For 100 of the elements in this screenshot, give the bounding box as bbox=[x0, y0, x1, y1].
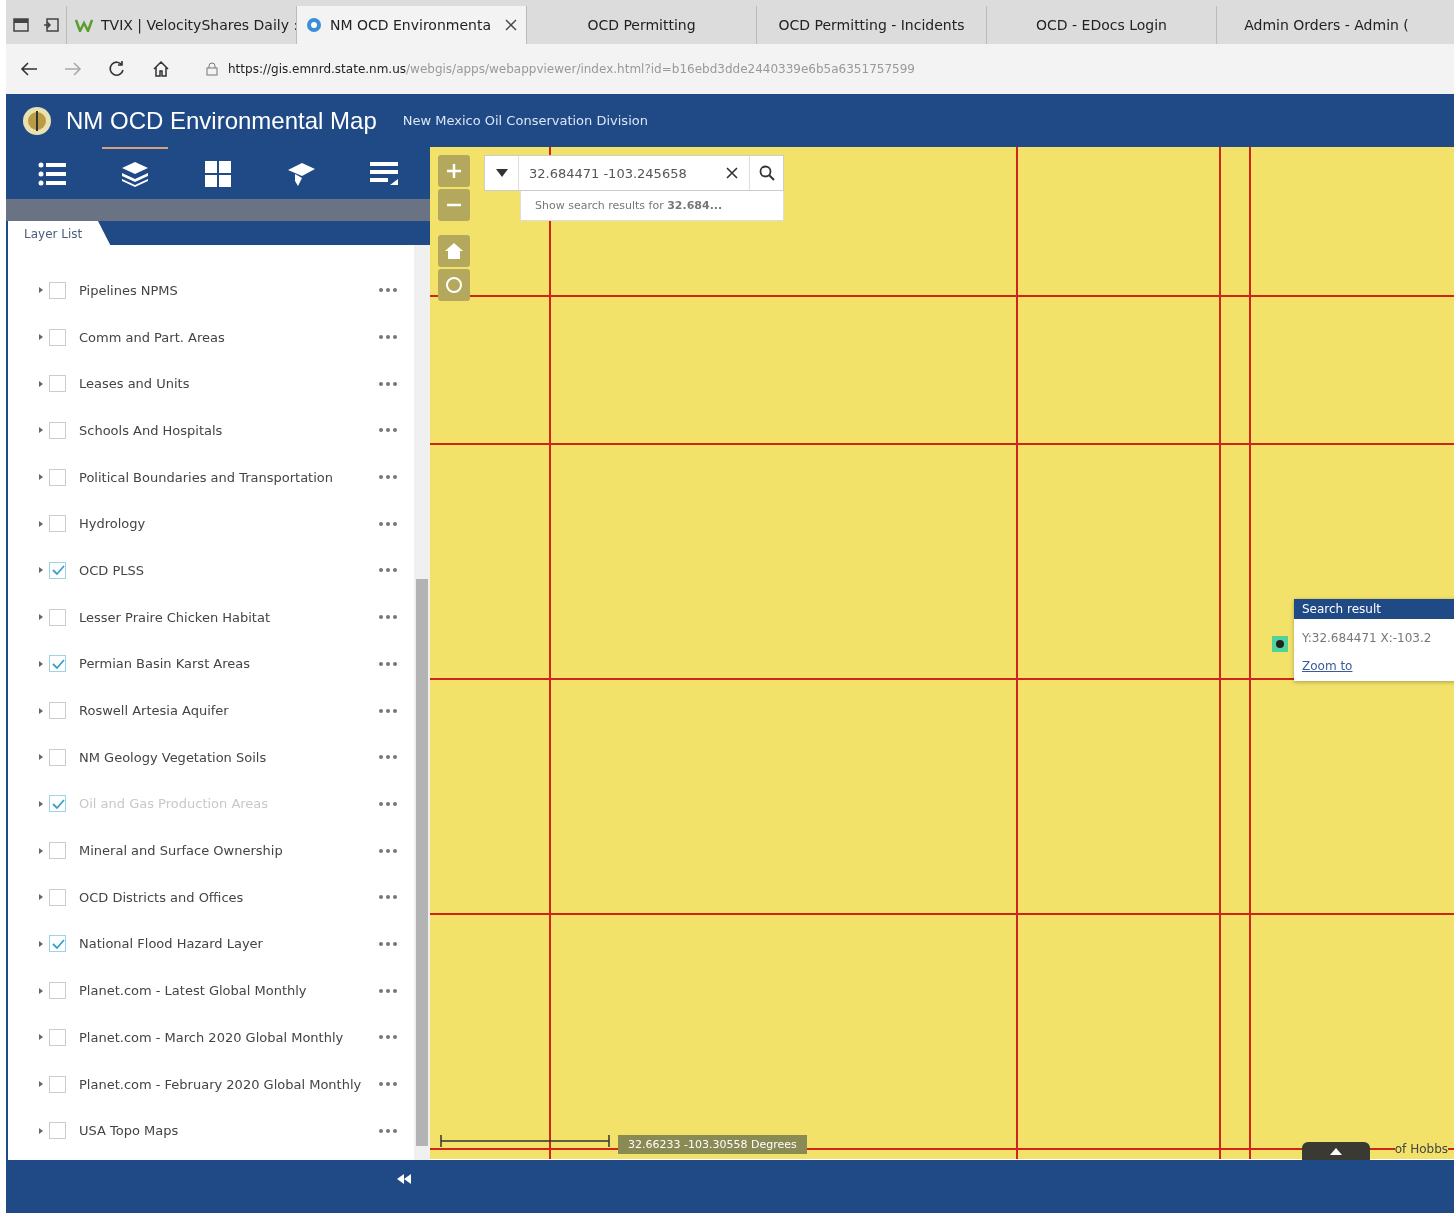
expand-arrow-icon[interactable] bbox=[38, 659, 44, 668]
layer-checkbox[interactable] bbox=[49, 888, 66, 906]
layer-name: OCD Districts and Offices bbox=[79, 889, 245, 905]
expand-attribution-button[interactable] bbox=[1302, 1142, 1370, 1160]
more-options-icon[interactable] bbox=[378, 847, 398, 854]
circle-icon bbox=[445, 276, 463, 294]
favicon-icon bbox=[306, 17, 322, 33]
expand-arrow-icon[interactable] bbox=[38, 566, 44, 575]
layer-checkbox[interactable] bbox=[49, 328, 66, 346]
search-icon bbox=[758, 165, 775, 181]
tab-title: OCD Permitting - Incidents bbox=[778, 17, 965, 33]
layer-checkbox[interactable] bbox=[49, 281, 66, 299]
layer-name: Political Boundaries and Transportation bbox=[79, 469, 334, 485]
expand-arrow-icon[interactable] bbox=[38, 426, 44, 435]
layer-name: USA Topo Maps bbox=[79, 1123, 180, 1139]
home-icon[interactable] bbox=[152, 60, 170, 78]
more-options-icon[interactable] bbox=[378, 567, 398, 574]
search-box[interactable]: 32.684471 -103.245658 bbox=[484, 155, 784, 191]
favicon-icon bbox=[75, 18, 93, 32]
layer-name: Planet.com - February 2020 Global Monthly bbox=[79, 1076, 363, 1092]
coordinates-display: 32.66233 -103.30558 Degrees bbox=[618, 1135, 807, 1154]
expand-arrow-icon[interactable] bbox=[38, 1033, 44, 1042]
home-button[interactable] bbox=[438, 235, 470, 267]
scale-bar-icon bbox=[440, 1134, 610, 1148]
map-attribution: of Hobbs bbox=[1394, 1142, 1448, 1156]
collapse-panel-icon[interactable] bbox=[397, 1174, 411, 1184]
layer-checkbox[interactable] bbox=[49, 608, 66, 626]
search-suggestion[interactable]: Show search results for 32.684... bbox=[520, 191, 784, 221]
expand-arrow-icon[interactable] bbox=[38, 706, 44, 715]
zoom-to-link[interactable]: Zoom to bbox=[1294, 659, 1454, 681]
layer-checkbox[interactable] bbox=[49, 702, 66, 720]
scrollbar-thumb[interactable] bbox=[416, 578, 428, 1146]
expand-arrow-icon[interactable] bbox=[38, 286, 44, 295]
layer-checkbox[interactable] bbox=[49, 515, 66, 533]
more-options-icon[interactable] bbox=[378, 287, 398, 294]
layer-name: Lesser Praire Chicken Habitat bbox=[79, 609, 272, 625]
expand-arrow-icon[interactable] bbox=[38, 333, 44, 342]
layer-name: NM Geology Vegetation Soils bbox=[79, 749, 268, 765]
more-options-icon[interactable] bbox=[378, 474, 398, 481]
layer-checkbox[interactable] bbox=[49, 1122, 66, 1140]
refresh-icon[interactable] bbox=[108, 60, 126, 78]
app-title: NM OCD Environmental Map bbox=[66, 106, 377, 135]
expand-arrow-icon[interactable] bbox=[38, 799, 44, 808]
browser-tab[interactable]: NM OCD Environmenta bbox=[296, 6, 526, 44]
more-options-icon[interactable] bbox=[378, 334, 398, 341]
expand-arrow-icon[interactable] bbox=[38, 893, 44, 902]
expand-arrow-icon[interactable] bbox=[38, 519, 44, 528]
layer-name: Mineral and Surface Ownership bbox=[79, 843, 284, 859]
layer-checkbox[interactable] bbox=[49, 842, 66, 860]
more-options-icon[interactable] bbox=[378, 660, 398, 667]
zoom-in-button[interactable] bbox=[438, 155, 470, 187]
expand-arrow-icon[interactable] bbox=[38, 986, 44, 995]
more-options-icon[interactable] bbox=[378, 940, 398, 947]
layer-name: Pipelines NPMS bbox=[79, 282, 179, 298]
close-icon[interactable] bbox=[505, 19, 517, 31]
expand-arrow-icon[interactable] bbox=[38, 846, 44, 855]
layer-checkbox[interactable] bbox=[49, 468, 66, 486]
tab-title: TVIX | VelocityShares Daily : bbox=[101, 17, 296, 33]
more-options-icon[interactable] bbox=[378, 1034, 398, 1041]
more-options-icon[interactable] bbox=[378, 1127, 398, 1134]
expand-arrow-icon[interactable] bbox=[38, 473, 44, 482]
locate-button[interactable] bbox=[438, 269, 470, 301]
expand-arrow-icon[interactable] bbox=[38, 1080, 44, 1089]
layer-checkbox[interactable] bbox=[49, 561, 66, 579]
home-icon bbox=[445, 243, 463, 259]
layer-name: Planet.com - Latest Global Monthly bbox=[79, 983, 308, 999]
more-options-icon[interactable] bbox=[378, 427, 398, 434]
more-options-icon[interactable] bbox=[378, 754, 398, 761]
more-options-icon[interactable] bbox=[378, 894, 398, 901]
panel-title: Layer List bbox=[8, 221, 111, 245]
tab-title: OCD - EDocs Login bbox=[1036, 17, 1167, 33]
zoom-out-button[interactable] bbox=[438, 189, 470, 221]
more-options-icon[interactable] bbox=[378, 520, 398, 527]
layer-name: Roswell Artesia Aquifer bbox=[79, 703, 230, 719]
layer-checkbox[interactable] bbox=[49, 375, 66, 393]
back-icon[interactable] bbox=[20, 61, 38, 77]
layer-checkbox[interactable] bbox=[49, 748, 66, 766]
expand-arrow-icon[interactable] bbox=[38, 1126, 44, 1135]
expand-arrow-icon[interactable] bbox=[38, 753, 44, 762]
more-options-icon[interactable] bbox=[378, 380, 398, 387]
layer-checkbox[interactable] bbox=[49, 935, 66, 953]
layer-checkbox[interactable] bbox=[49, 655, 66, 673]
layer-checkbox[interactable] bbox=[49, 1075, 66, 1093]
expand-arrow-icon[interactable] bbox=[38, 613, 44, 622]
close-icon bbox=[726, 167, 738, 179]
layer-name: Leases and Units bbox=[79, 376, 191, 392]
more-options-icon[interactable] bbox=[378, 707, 398, 714]
more-options-icon[interactable] bbox=[378, 987, 398, 994]
layer-checkbox[interactable] bbox=[49, 982, 66, 1000]
more-options-icon[interactable] bbox=[378, 800, 398, 807]
caret-icon bbox=[1330, 1147, 1342, 1155]
expand-arrow-icon[interactable] bbox=[38, 379, 44, 388]
expand-arrow-icon[interactable] bbox=[38, 939, 44, 948]
more-options-icon[interactable] bbox=[378, 1081, 398, 1088]
layer-checkbox[interactable] bbox=[49, 421, 66, 439]
tab-title: Admin Orders - Admin ( bbox=[1244, 17, 1409, 33]
layer-name: Comm and Part. Areas bbox=[79, 329, 226, 345]
layer-checkbox[interactable] bbox=[49, 1028, 66, 1046]
seal-logo-icon bbox=[22, 105, 52, 136]
more-options-icon[interactable] bbox=[378, 614, 398, 621]
